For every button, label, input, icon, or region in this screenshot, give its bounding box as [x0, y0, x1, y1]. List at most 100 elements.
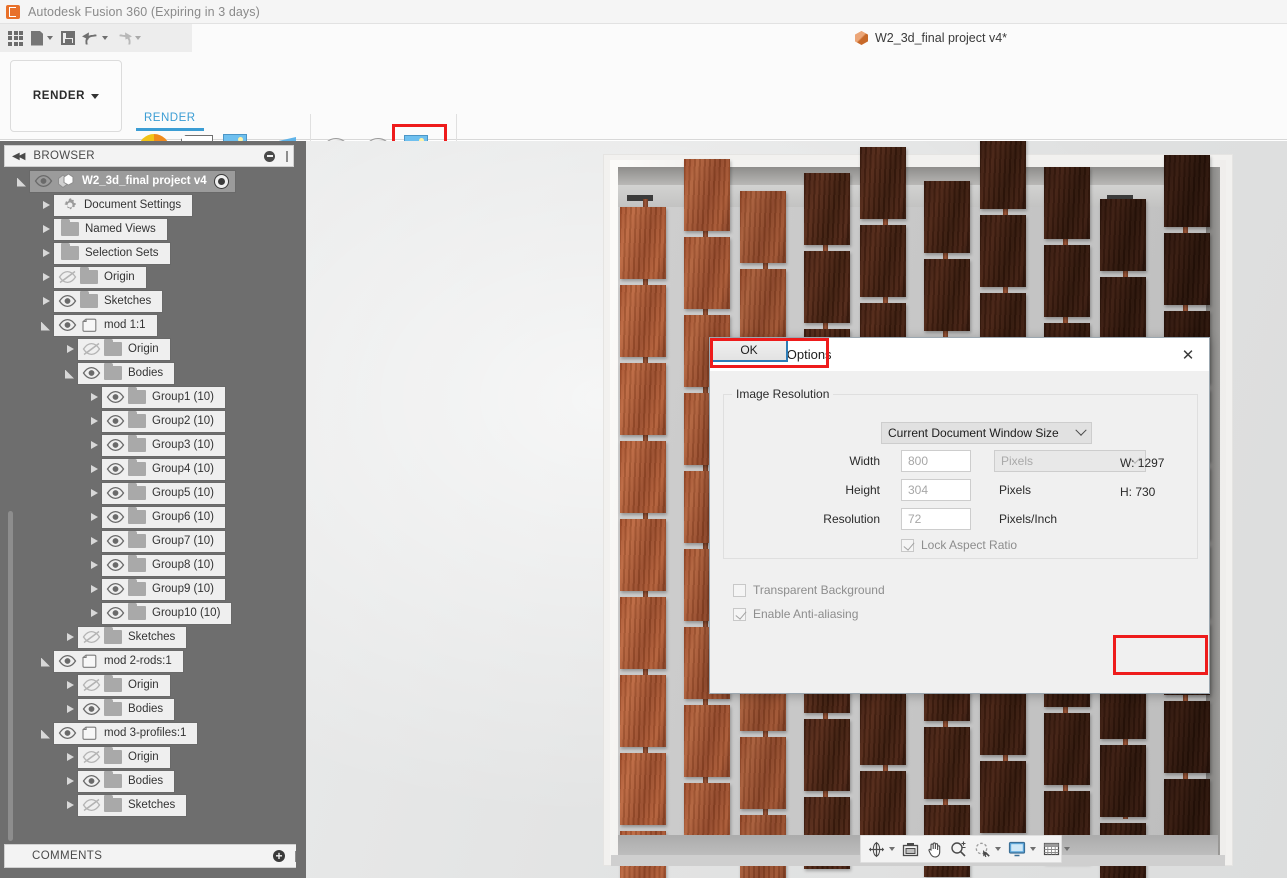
- browser-tree-item-chip[interactable]: W2_3d_final project v4: [30, 170, 235, 192]
- eye-visible-icon[interactable]: [106, 533, 125, 549]
- browser-tree-item[interactable]: Origin: [0, 265, 306, 289]
- tab-render[interactable]: RENDER: [144, 112, 196, 124]
- browser-tree-item[interactable]: Group3 (10): [0, 433, 306, 457]
- zoom-window-button[interactable]: [972, 838, 1003, 860]
- tree-expand-open-icon[interactable]: [15, 175, 28, 188]
- eye-visible-icon[interactable]: [106, 437, 125, 453]
- zoom-button[interactable]: [948, 838, 969, 860]
- eye-visible-icon[interactable]: [82, 701, 101, 717]
- transparent-background-checkbox[interactable]: [733, 583, 746, 597]
- browser-tree-item-chip[interactable]: Origin: [54, 266, 146, 288]
- browser-tree-item-chip[interactable]: Named Views: [54, 218, 167, 240]
- eye-visible-icon[interactable]: [58, 653, 77, 669]
- display-settings-button[interactable]: [1006, 838, 1038, 860]
- browser-tree-item[interactable]: Sketches: [0, 289, 306, 313]
- tree-expand-open-icon[interactable]: [63, 367, 76, 380]
- chevron-down-icon[interactable]: [47, 36, 53, 40]
- app-grid-button[interactable]: [5, 26, 26, 50]
- pan-button[interactable]: [924, 838, 945, 860]
- browser-tree-item-chip[interactable]: Group8 (10): [102, 554, 226, 576]
- browser-tree-item-chip[interactable]: Group9 (10): [102, 578, 226, 600]
- browser-tree-item[interactable]: Group9 (10): [0, 577, 306, 601]
- width-input[interactable]: 800: [901, 450, 971, 472]
- browser-tree-item-chip[interactable]: mod 3-profiles:1: [54, 722, 198, 744]
- eye-visible-icon[interactable]: [106, 509, 125, 525]
- tree-expand-open-icon[interactable]: [39, 319, 52, 332]
- minus-circle-icon[interactable]: [264, 150, 275, 162]
- eye-visible-icon[interactable]: [106, 485, 125, 501]
- tree-expand-closed-icon[interactable]: [63, 703, 76, 716]
- chevron-down-icon[interactable]: [995, 847, 1001, 851]
- chevron-down-icon[interactable]: [1064, 847, 1070, 851]
- browser-tree-item[interactable]: Bodies: [0, 361, 306, 385]
- tree-expand-closed-icon[interactable]: [63, 631, 76, 644]
- browser-tree-item[interactable]: Group4 (10): [0, 457, 306, 481]
- tree-expand-closed-icon[interactable]: [87, 463, 100, 476]
- browser-tree-item-chip[interactable]: mod 1:1: [54, 314, 157, 336]
- tree-expand-closed-icon[interactable]: [87, 415, 100, 428]
- browser-tree-item[interactable]: Origin: [0, 337, 306, 361]
- browser-tree-item[interactable]: Group2 (10): [0, 409, 306, 433]
- chevron-down-icon[interactable]: [135, 36, 141, 40]
- anti-aliasing-row[interactable]: Enable Anti-aliasing: [733, 607, 858, 621]
- browser-tree-item-chip[interactable]: Document Settings: [54, 194, 193, 216]
- browser-tree-item[interactable]: Origin: [0, 673, 306, 697]
- eye-visible-icon[interactable]: [58, 293, 77, 309]
- tree-expand-closed-icon[interactable]: [87, 559, 100, 572]
- eye-hidden-icon[interactable]: [82, 749, 101, 765]
- tree-expand-closed-icon[interactable]: [63, 751, 76, 764]
- browser-tree-item-chip[interactable]: mod 2-rods:1: [54, 650, 183, 672]
- anti-aliasing-checkbox[interactable]: [733, 607, 746, 621]
- grid-snap-button[interactable]: [1041, 838, 1072, 860]
- browser-tree-item-chip[interactable]: Origin: [78, 746, 170, 768]
- comments-bar[interactable]: COMMENTS: [4, 844, 302, 868]
- browser-tree-item-chip[interactable]: Group4 (10): [102, 458, 226, 480]
- eye-visible-icon[interactable]: [34, 173, 53, 189]
- tree-expand-closed-icon[interactable]: [87, 439, 100, 452]
- eye-hidden-icon[interactable]: [82, 341, 101, 357]
- browser-tree-item[interactable]: Group10 (10): [0, 601, 306, 625]
- tree-expand-open-icon[interactable]: [39, 655, 52, 668]
- tree-expand-closed-icon[interactable]: [39, 223, 52, 236]
- ok-button[interactable]: OK: [710, 338, 788, 362]
- tree-expand-closed-icon[interactable]: [39, 271, 52, 284]
- redo-button[interactable]: [113, 26, 144, 50]
- resolution-input[interactable]: 72: [901, 508, 971, 530]
- chevron-down-icon[interactable]: [1030, 847, 1036, 851]
- height-input[interactable]: 304: [901, 479, 971, 501]
- eye-visible-icon[interactable]: [106, 557, 125, 573]
- browser-tree-item-chip[interactable]: Sketches: [54, 290, 163, 312]
- browser-tree-item[interactable]: mod 1:1: [0, 313, 306, 337]
- plus-circle-icon[interactable]: [273, 850, 285, 862]
- transparent-background-row[interactable]: Transparent Background: [733, 583, 885, 597]
- browser-tree-item[interactable]: mod 3-profiles:1: [0, 721, 306, 745]
- eye-visible-icon[interactable]: [58, 317, 77, 333]
- eye-visible-icon[interactable]: [106, 413, 125, 429]
- browser-tree-item-chip[interactable]: Group1 (10): [102, 386, 226, 408]
- browser-tree-item-chip[interactable]: Origin: [78, 338, 170, 360]
- browser-tree-item[interactable]: Document Settings: [0, 193, 306, 217]
- look-at-button[interactable]: [900, 838, 921, 860]
- browser-header[interactable]: ◀◀ BROWSER: [4, 145, 294, 167]
- browser-tree-item[interactable]: Group1 (10): [0, 385, 306, 409]
- save-button[interactable]: [58, 26, 78, 50]
- tree-expand-closed-icon[interactable]: [63, 775, 76, 788]
- browser-tree-item-chip[interactable]: Group7 (10): [102, 530, 226, 552]
- tree-expand-closed-icon[interactable]: [63, 799, 76, 812]
- activate-component-radio[interactable]: [213, 173, 229, 189]
- eye-hidden-icon[interactable]: [82, 797, 101, 813]
- eye-visible-icon[interactable]: [106, 581, 125, 597]
- tree-expand-closed-icon[interactable]: [39, 199, 52, 212]
- orbit-button[interactable]: [866, 838, 897, 860]
- tree-expand-closed-icon[interactable]: [87, 535, 100, 548]
- browser-tree-item[interactable]: mod 2-rods:1: [0, 649, 306, 673]
- eye-hidden-icon[interactable]: [58, 269, 77, 285]
- browser-tree-item-chip[interactable]: Group10 (10): [102, 602, 232, 624]
- browser-tree-item[interactable]: Group7 (10): [0, 529, 306, 553]
- browser-tree-item-chip[interactable]: Bodies: [78, 698, 175, 720]
- eye-visible-icon[interactable]: [82, 365, 101, 381]
- chevron-down-icon[interactable]: [102, 36, 108, 40]
- panel-splitter[interactable]: [296, 141, 306, 878]
- browser-tree-item[interactable]: Sketches: [0, 793, 306, 817]
- tree-expand-closed-icon[interactable]: [63, 679, 76, 692]
